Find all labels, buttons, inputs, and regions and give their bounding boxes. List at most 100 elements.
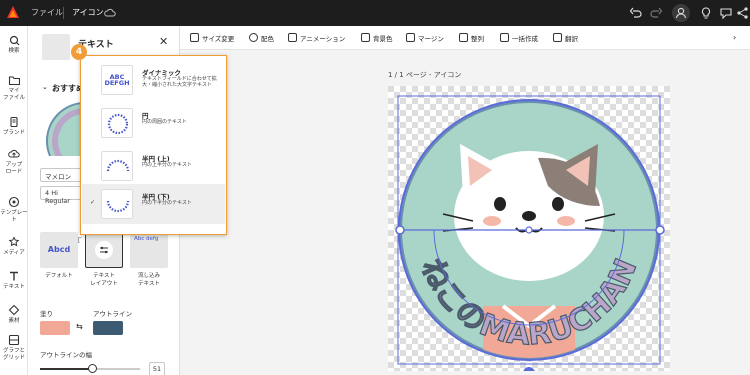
animation-icon (288, 33, 297, 42)
layout-option-semicircle-bottom[interactable]: ✓ 半円 (下) 円の下半分のテキスト (82, 184, 225, 224)
user-icon (675, 7, 687, 19)
rail-item-label: 検索 (8, 48, 20, 54)
option-description: 円の下半分のテキスト (142, 200, 192, 206)
check-icon: ✓ (90, 199, 96, 206)
align-icon (459, 33, 468, 42)
brand-icon (10, 116, 18, 128)
toolbar-animation[interactable]: アニメーション (288, 33, 345, 43)
rail-item-label: テキスト (3, 284, 25, 290)
card-default-label: デフォルト (45, 273, 73, 279)
toolbar-align[interactable]: 整列 (459, 33, 484, 43)
top-bar: ファイル アイコン (0, 0, 750, 26)
toolbar-bulk-create[interactable]: 一括作成 (500, 33, 538, 43)
file-menu[interactable]: ファイル (31, 7, 63, 18)
rail-item-label: ブランド (2, 130, 25, 136)
rail-item-label: マイ ファイル (2, 88, 25, 101)
grid-icon (8, 334, 20, 346)
toolbar-color[interactable]: 配色 (249, 33, 274, 43)
fill-color-swatch[interactable] (40, 321, 70, 335)
rail-item-search[interactable]: 検索 (0, 34, 28, 55)
center-handle[interactable] (525, 226, 533, 234)
divider (63, 7, 64, 19)
text-layout-popup: ABC DEFGH ダイナミック テキストフィールドに合わせて拡大・縮小された大… (80, 55, 227, 235)
toolbar-translate[interactable]: 翻訳 (553, 33, 578, 43)
elements-icon (8, 304, 20, 316)
outline-width-input[interactable]: 51 (149, 362, 165, 375)
cloud-icon (104, 8, 116, 17)
rail-item-label: 素材 (8, 318, 20, 324)
slider-handle[interactable] (88, 364, 97, 373)
toolbar-background[interactable]: 背景色 (361, 33, 393, 43)
rail-item-label: グラフと グリッド (2, 348, 25, 361)
comment-icon[interactable] (719, 6, 733, 20)
layout-option-circle[interactable]: 円 円の周囲のテキスト (82, 103, 225, 143)
left-rail: 検索マイ ファイルブランドアップ ロード テンプレー トメディアテキスト素材グラフ… (0, 26, 28, 375)
document-title[interactable]: アイコン (72, 7, 104, 18)
resize-handle-right[interactable] (655, 225, 665, 235)
circle-preview (101, 108, 133, 138)
rail-item-label: アップ ロード (5, 162, 23, 175)
card-flow-text[interactable]: Abc defg (130, 232, 168, 268)
resize-handle-left[interactable] (395, 225, 405, 235)
fill-label: 塗り (40, 310, 53, 318)
step-badge: 4 (71, 44, 87, 60)
page-label: 1 / 1 ページ - アイコン (388, 71, 462, 79)
card-default[interactable]: Abcd (40, 232, 78, 268)
icon-artwork[interactable]: ねこのMARUCHAN (388, 86, 670, 371)
rail-item-grid[interactable]: グラフと グリッド (0, 334, 28, 362)
redo-icon[interactable] (649, 6, 663, 20)
card-default-preview: Abcd (47, 245, 71, 254)
option-description: 円の上半分のテキスト (142, 162, 192, 168)
rail-item-upload[interactable]: アップ ロード (0, 148, 28, 176)
resize-icon (190, 33, 199, 42)
rail-item-elements[interactable]: 素材 (0, 304, 28, 325)
avatar[interactable] (672, 4, 690, 22)
rail-item-brand[interactable]: ブランド (0, 116, 28, 137)
toolbar-more[interactable]: › (733, 33, 736, 42)
option-description: 円の周囲のテキスト (142, 119, 187, 125)
card-flow-label: 流し込み テキスト (137, 273, 160, 287)
outline-width-slider[interactable] (40, 364, 140, 373)
media-icon (8, 236, 20, 247)
undo-icon[interactable] (629, 6, 643, 20)
text-icon (10, 271, 18, 281)
outline-width-label: アウトラインの幅 (40, 351, 92, 359)
search-icon (9, 35, 20, 46)
bulk-create-icon (500, 33, 509, 42)
toolbar-margin[interactable]: マージン (406, 33, 444, 43)
outline-label: アウトライン (93, 310, 132, 318)
card-flow-preview: Abc defg (134, 236, 159, 242)
rail-item-template[interactable]: テンプレー ト (0, 196, 28, 224)
layout-option-semicircle-top[interactable]: 半円 (上) 円の上半分のテキスト (82, 146, 225, 186)
card-text-layout[interactable] (85, 232, 123, 268)
context-toolbar: サイズ変更 配色 アニメーション 背景色 マージン 整列 一括作成 翻訳 › (180, 26, 750, 50)
palette-icon (249, 33, 258, 42)
outline-color-swatch[interactable] (93, 321, 123, 335)
dynamic-preview: ABC DEFGH (101, 65, 133, 95)
toolbar-resize[interactable]: サイズ変更 (190, 33, 234, 43)
layout-icon (95, 241, 113, 259)
translate-icon (553, 33, 562, 42)
panel-thumbnail (42, 34, 70, 60)
rail-item-media[interactable]: メディア (0, 236, 28, 257)
margin-icon (406, 33, 415, 42)
chevron-down-icon[interactable]: ⌄ (42, 83, 48, 91)
swap-icon[interactable]: ⇆ (76, 322, 83, 331)
layout-option-dynamic[interactable]: ABC DEFGH ダイナミック テキストフィールドに合わせて拡大・縮小された大… (82, 60, 225, 100)
rail-item-label: メディア (3, 250, 25, 256)
option-description: テキストフィールドに合わせて拡大・縮小された大文字テキスト (142, 76, 217, 88)
rail-item-folder[interactable]: マイ ファイル (0, 74, 28, 102)
semicircle-top-preview (101, 151, 133, 181)
card-text-layout-label: テキスト レイアウト (90, 273, 118, 287)
share-icon[interactable] (736, 6, 750, 20)
background-icon (361, 33, 370, 42)
app-logo-icon[interactable] (6, 5, 20, 19)
rail-item-text[interactable]: テキスト (0, 270, 28, 291)
upload-icon (8, 149, 20, 158)
lightbulb-icon[interactable] (699, 6, 713, 20)
template-icon (8, 196, 20, 208)
close-icon[interactable]: ✕ (159, 35, 168, 48)
rail-item-label: テンプレー ト (0, 210, 28, 223)
semicircle-bottom-preview (101, 189, 133, 219)
folder-icon (8, 76, 20, 86)
